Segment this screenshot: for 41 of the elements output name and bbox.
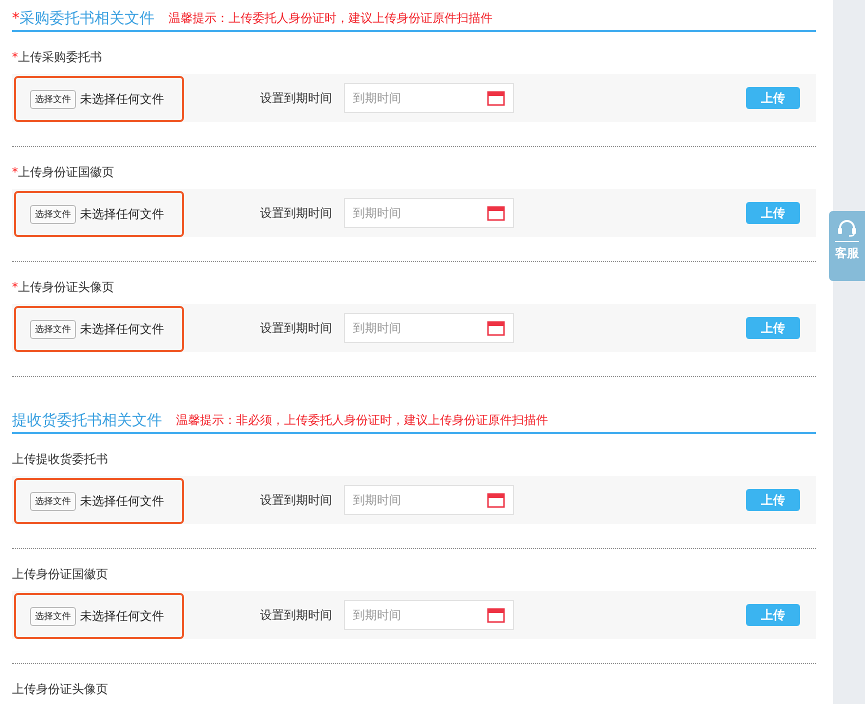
choose-file-button[interactable]: 选择文件 bbox=[30, 320, 76, 338]
warning-hint: 温馨提示：非必须，上传委托人身份证时，建议上传身份证原件扫描件 bbox=[176, 412, 548, 428]
expiry-date-field[interactable]: 到期时间 bbox=[344, 485, 514, 515]
field-label: 上传提收货委托书 bbox=[12, 451, 109, 467]
expiry-label: 设置到期时间 bbox=[260, 204, 332, 222]
expiry-date-field[interactable]: 到期时间 bbox=[344, 198, 514, 228]
calendar-icon[interactable] bbox=[487, 90, 505, 106]
file-picker[interactable]: 选择文件 未选择任何文件 bbox=[14, 593, 184, 639]
choose-file-button[interactable]: 选择文件 bbox=[30, 492, 76, 510]
calendar-icon[interactable] bbox=[487, 492, 505, 508]
section-title: 提收货委托书相关文件 bbox=[12, 410, 162, 430]
expiry-label: 设置到期时间 bbox=[260, 492, 332, 508]
file-picker[interactable]: 选择文件 未选择任何文件 bbox=[14, 76, 184, 122]
field-label: *上传采购委托书 bbox=[12, 49, 103, 65]
file-status: 未选择任何文件 bbox=[80, 206, 164, 222]
field-label: 上传身份证头像页 bbox=[12, 681, 109, 697]
file-status: 未选择任何文件 bbox=[80, 492, 164, 510]
file-status: 未选择任何文件 bbox=[80, 608, 164, 624]
calendar-icon[interactable] bbox=[487, 320, 505, 336]
section-title: *采购委托书相关文件 bbox=[12, 8, 154, 28]
expiry-label: 设置到期时间 bbox=[260, 606, 332, 624]
file-picker[interactable]: 选择文件 未选择任何文件 bbox=[14, 191, 184, 237]
field-label: 上传身份证国徽页 bbox=[12, 566, 109, 582]
calendar-icon[interactable] bbox=[487, 205, 505, 221]
file-picker[interactable]: 选择文件 未选择任何文件 bbox=[14, 306, 184, 352]
choose-file-button[interactable]: 选择文件 bbox=[30, 204, 76, 224]
file-picker[interactable]: 选择文件 未选择任何文件 bbox=[14, 478, 184, 524]
choose-file-button[interactable]: 选择文件 bbox=[30, 606, 76, 626]
file-status: 未选择任何文件 bbox=[80, 90, 164, 108]
expiry-label: 设置到期时间 bbox=[260, 90, 332, 106]
warning-hint: 温馨提示：上传委托人身份证时，建议上传身份证原件扫描件 bbox=[168, 10, 492, 26]
expiry-date-field[interactable]: 到期时间 bbox=[344, 313, 514, 343]
file-status: 未选择任何文件 bbox=[80, 320, 164, 338]
choose-file-button[interactable]: 选择文件 bbox=[30, 90, 76, 108]
expiry-date-field[interactable]: 到期时间 bbox=[344, 83, 514, 113]
calendar-icon[interactable] bbox=[487, 607, 505, 623]
expiry-date-field[interactable]: 到期时间 bbox=[344, 600, 514, 630]
field-label: *上传身份证头像页 bbox=[12, 279, 115, 295]
expiry-label: 设置到期时间 bbox=[260, 320, 332, 336]
headset-icon bbox=[837, 219, 857, 237]
field-label: *上传身份证国徽页 bbox=[12, 164, 115, 180]
